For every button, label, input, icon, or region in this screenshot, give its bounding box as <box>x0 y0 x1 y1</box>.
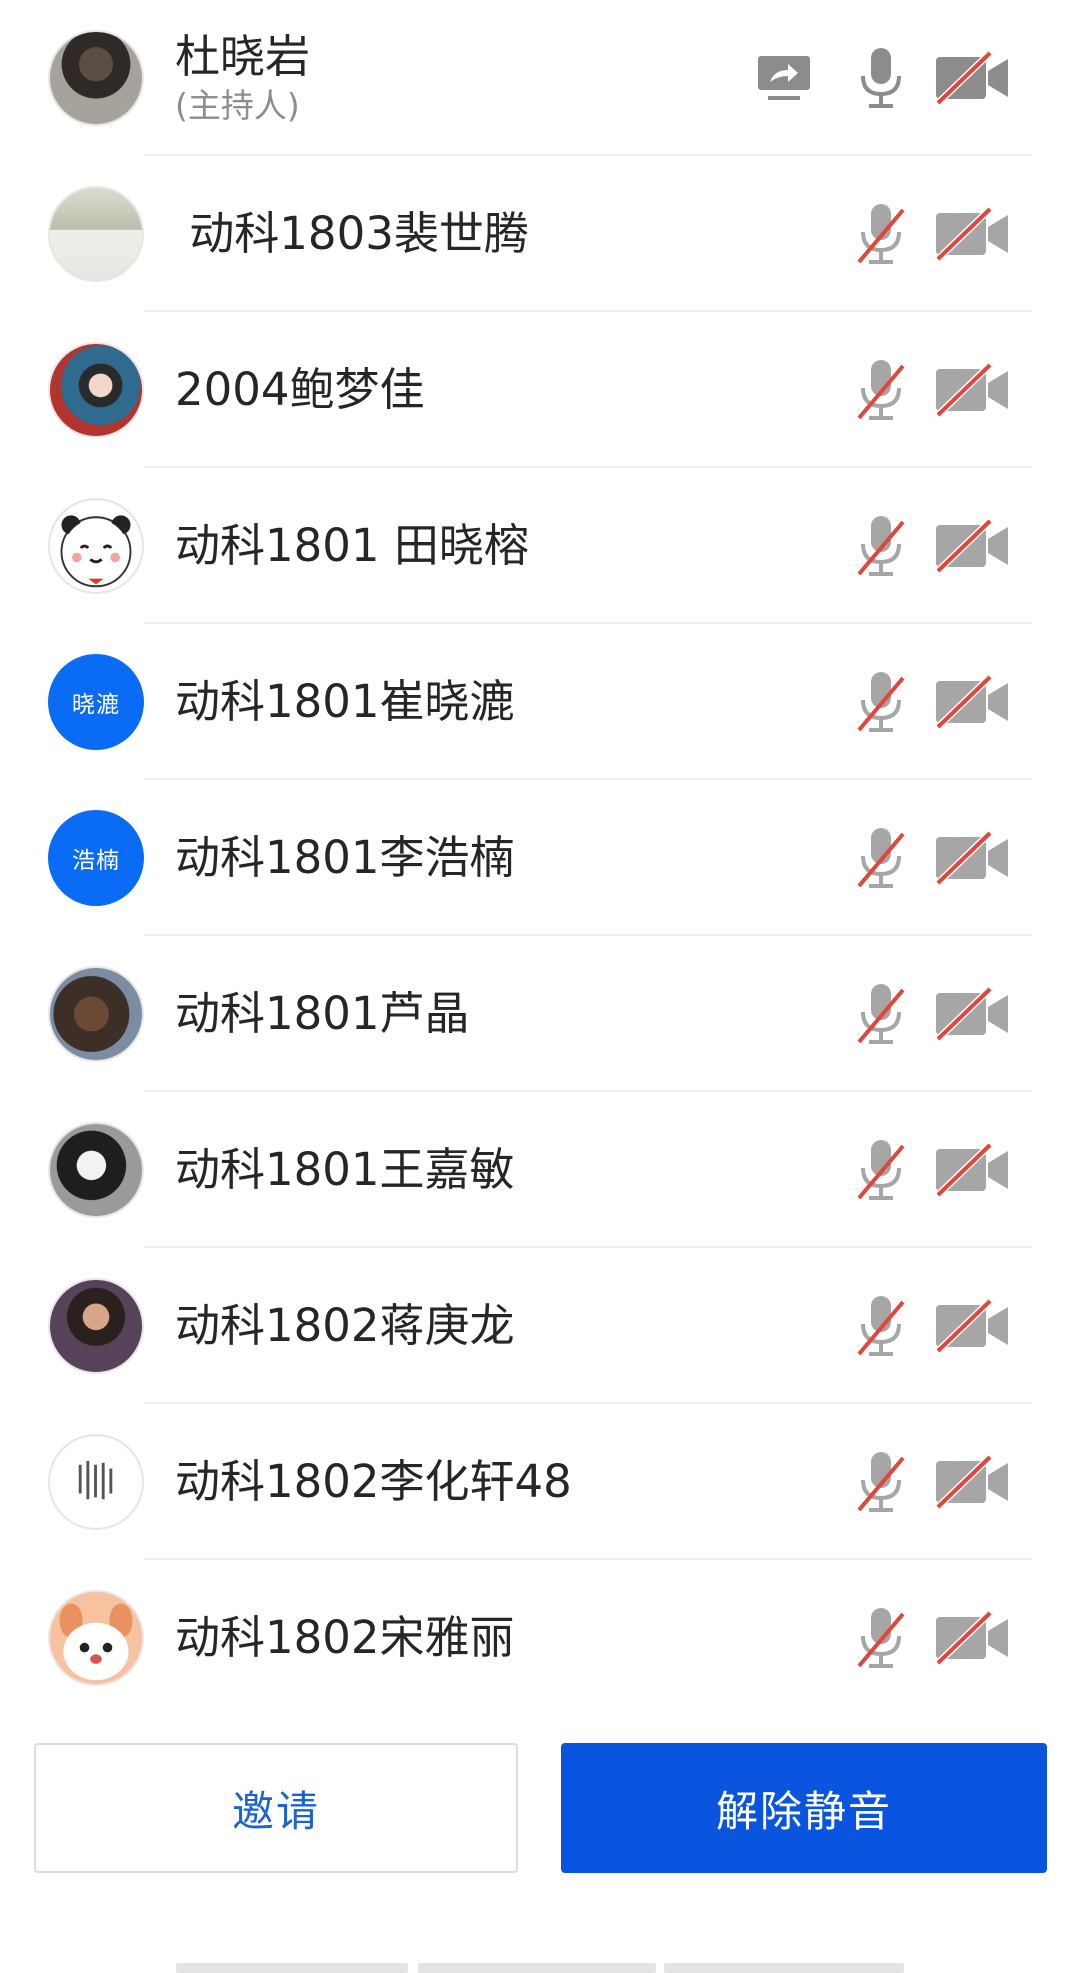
microphone-muted-icon[interactable] <box>855 670 907 734</box>
camera-off-icon[interactable] <box>934 1142 1010 1198</box>
participant-row[interactable]: 动科1801芦晶 <box>0 936 1080 1092</box>
participant-name: 动科1801王嘉敏 <box>175 1143 515 1196</box>
camera-off-icon[interactable] <box>934 1298 1010 1354</box>
participant-row[interactable]: 动科1801王嘉敏 <box>0 1092 1080 1248</box>
participant-row[interactable]: 动科1802宋雅丽 <box>0 1560 1080 1695</box>
microphone-icon[interactable] <box>855 46 907 110</box>
participant-row[interactable]: 2004鲍梦佳 <box>0 312 1080 468</box>
host-role-label: (主持人) <box>175 86 300 125</box>
avatar <box>48 1278 144 1374</box>
participant-name-block: 动科1802蒋庚龙 <box>175 1298 515 1354</box>
microphone-muted-icon[interactable] <box>855 826 907 890</box>
participant-list: 杜晓岩 (主持人) 动科1803裴世腾 2004鲍梦佳 动科1801 田晓榕 晓漉 动科1… <box>0 0 1080 1695</box>
camera-off-icon[interactable] <box>934 1610 1010 1666</box>
avatar <box>48 30 144 126</box>
participant-row[interactable]: 动科1802李化轩48 <box>0 1404 1080 1560</box>
participant-name-block: 动科1801王嘉敏 <box>175 1142 515 1198</box>
camera-off-icon[interactable] <box>934 206 1010 262</box>
participant-row[interactable]: 晓漉 动科1801崔晓漉 <box>0 624 1080 780</box>
participant-name: 动科1801芦晶 <box>175 987 470 1040</box>
participant-name: 杜晓岩 <box>175 30 311 83</box>
participant-name: 动科1801 田晓榕 <box>175 519 529 572</box>
unmute-button[interactable]: 解除静音 <box>561 1743 1047 1873</box>
microphone-muted-icon[interactable] <box>855 982 907 1046</box>
home-indicator <box>418 1963 656 1973</box>
avatar: 浩楠 <box>48 810 144 906</box>
participant-name-block: 动科1801芦晶 <box>175 986 470 1042</box>
microphone-muted-icon[interactable] <box>855 1138 907 1202</box>
participant-name: 动科1802李化轩48 <box>175 1455 572 1508</box>
avatar <box>48 498 144 594</box>
home-indicator <box>176 1963 408 1973</box>
participant-row[interactable]: 动科1803裴世腾 <box>0 156 1080 312</box>
camera-off-icon[interactable] <box>934 518 1010 574</box>
participant-name-block: 动科1802李化轩48 <box>175 1454 572 1510</box>
participant-name-block: 杜晓岩 (主持人) <box>175 29 310 127</box>
microphone-muted-icon[interactable] <box>855 1606 907 1670</box>
microphone-muted-icon[interactable] <box>855 1294 907 1358</box>
participant-name: 动科1802宋雅丽 <box>175 1611 515 1664</box>
microphone-muted-icon[interactable] <box>855 1450 907 1514</box>
microphone-muted-icon[interactable] <box>855 202 907 266</box>
camera-off-icon[interactable] <box>934 674 1010 730</box>
avatar <box>48 966 144 1062</box>
avatar: 晓漉 <box>48 654 144 750</box>
participant-row[interactable]: 杜晓岩 (主持人) <box>0 0 1080 156</box>
microphone-muted-icon[interactable] <box>855 358 907 422</box>
participant-name-block: 2004鲍梦佳 <box>175 362 425 418</box>
participant-name-block: 动科1801李浩楠 <box>175 830 515 886</box>
camera-off-icon[interactable] <box>934 1454 1010 1510</box>
screen-share-icon <box>756 54 812 102</box>
participant-name: 动科1802蒋庚龙 <box>175 1299 515 1352</box>
avatar <box>48 1590 144 1686</box>
participant-name-block: 动科1801崔晓漉 <box>175 674 515 730</box>
home-indicator <box>664 1963 904 1973</box>
camera-off-icon[interactable] <box>934 50 1010 106</box>
camera-off-icon[interactable] <box>934 986 1010 1042</box>
participant-name: 动科1801李浩楠 <box>175 831 515 884</box>
participant-name-block: 动科1803裴世腾 <box>175 206 529 262</box>
participant-name: 2004鲍梦佳 <box>175 363 425 416</box>
bottom-action-bar: 邀请 解除静音 <box>0 1695 1080 1973</box>
invite-button[interactable]: 邀请 <box>34 1743 518 1873</box>
participant-name-block: 动科1801 田晓榕 <box>175 518 529 574</box>
participant-name-block: 动科1802宋雅丽 <box>175 1610 515 1666</box>
avatar <box>48 186 144 282</box>
participant-name: 动科1803裴世腾 <box>175 207 529 260</box>
camera-off-icon[interactable] <box>934 830 1010 886</box>
avatar <box>48 342 144 438</box>
microphone-muted-icon[interactable] <box>855 514 907 578</box>
participant-row[interactable]: 动科1801 田晓榕 <box>0 468 1080 624</box>
participant-row[interactable]: 浩楠 动科1801李浩楠 <box>0 780 1080 936</box>
avatar <box>48 1122 144 1218</box>
avatar <box>48 1434 144 1530</box>
camera-off-icon[interactable] <box>934 362 1010 418</box>
participant-name: 动科1801崔晓漉 <box>175 675 515 728</box>
participant-row[interactable]: 动科1802蒋庚龙 <box>0 1248 1080 1404</box>
